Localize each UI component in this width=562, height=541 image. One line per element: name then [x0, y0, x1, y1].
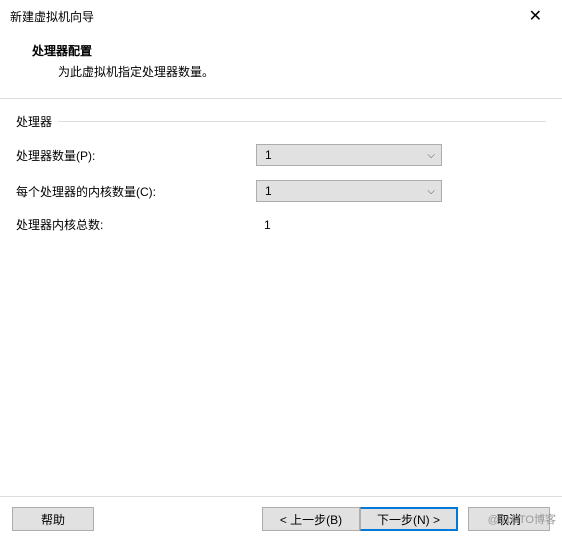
cores-per-processor-row: 每个处理器的内核数量(C): 1 ⌵ — [16, 180, 546, 202]
window-title: 新建虚拟机向导 — [10, 8, 94, 25]
close-icon[interactable]: ✕ — [521, 4, 550, 28]
processor-count-value: 1 — [265, 148, 272, 162]
group-divider — [58, 121, 546, 122]
total-cores-value: 1 — [256, 218, 271, 232]
back-button[interactable]: < 上一步(B) — [262, 507, 360, 531]
page-title: 处理器配置 — [32, 42, 552, 59]
processor-count-label: 处理器数量(P): — [16, 147, 256, 164]
footer-bar: 帮助 < 上一步(B) 下一步(N) > 取消 — [0, 496, 562, 541]
cancel-button[interactable]: 取消 — [468, 507, 550, 531]
page-subtitle: 为此虚拟机指定处理器数量。 — [58, 63, 552, 80]
total-cores-row: 处理器内核总数: 1 — [16, 216, 546, 233]
title-bar: 新建虚拟机向导 ✕ — [0, 0, 562, 30]
chevron-down-icon: ⌵ — [427, 150, 435, 161]
next-button[interactable]: 下一步(N) > — [360, 507, 458, 531]
group-header: 处理器 — [16, 113, 546, 130]
chevron-down-icon: ⌵ — [427, 186, 435, 197]
processor-count-select[interactable]: 1 ⌵ — [256, 144, 442, 166]
total-cores-label: 处理器内核总数: — [16, 216, 256, 233]
cores-per-processor-value: 1 — [265, 184, 272, 198]
help-button[interactable]: 帮助 — [12, 507, 94, 531]
cores-per-processor-select[interactable]: 1 ⌵ — [256, 180, 442, 202]
content-area: 处理器 处理器数量(P): 1 ⌵ 每个处理器的内核数量(C): 1 ⌵ 处理器… — [0, 99, 562, 261]
wizard-header: 处理器配置 为此虚拟机指定处理器数量。 — [0, 30, 562, 98]
cores-per-processor-label: 每个处理器的内核数量(C): — [16, 183, 256, 200]
processor-count-row: 处理器数量(P): 1 ⌵ — [16, 144, 546, 166]
group-label: 处理器 — [16, 113, 58, 130]
